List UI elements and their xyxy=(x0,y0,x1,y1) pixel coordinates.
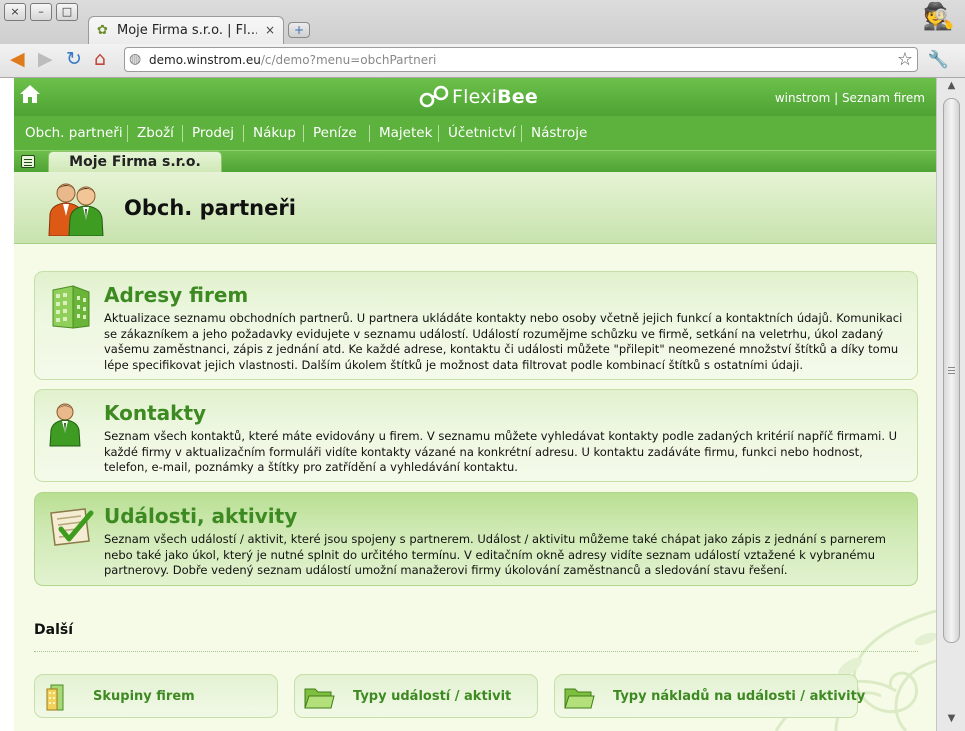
link-label: Typy událostí / aktivit xyxy=(353,689,512,704)
more-section-title: Další xyxy=(34,622,73,638)
menu-divider xyxy=(182,125,183,142)
menu-divider xyxy=(521,125,522,142)
menu-divider xyxy=(438,125,439,142)
card-description: Seznam všech událostí / aktivit, které j… xyxy=(104,532,886,577)
scrollbar-thumb[interactable] xyxy=(943,98,960,643)
company-bar: Moje Firma s.r.o. xyxy=(14,150,936,173)
flexibee-app: FlexiBee winstrom | Seznam firem Obch. p… xyxy=(14,78,936,731)
app-topbar: FlexiBee winstrom | Seznam firem xyxy=(14,78,936,116)
window-minimize-button[interactable]: – xyxy=(30,3,52,21)
new-tab-button[interactable]: + xyxy=(288,22,310,38)
menu-divider xyxy=(303,125,304,142)
bookmark-star-icon[interactable]: ☆ xyxy=(897,49,913,70)
tab-title: Moje Firma s.r.o. | Fl... xyxy=(117,23,257,38)
window-close-button[interactable]: × xyxy=(4,3,26,21)
building-group-icon xyxy=(46,684,64,711)
user-link[interactable]: winstrom xyxy=(775,91,830,105)
home-icon[interactable]: ⌂ xyxy=(94,48,106,70)
menu-divider xyxy=(369,125,370,142)
dotted-divider xyxy=(34,651,918,652)
menu-item-nastroje[interactable]: Nástroje xyxy=(531,125,587,141)
address-bar[interactable]: ◍ demo.winstrom.eu/c/demo?menu=obchPartn… xyxy=(124,47,918,72)
card-description: Seznam všech kontaktů, které máte evidov… xyxy=(104,429,898,474)
grip-icon xyxy=(948,367,955,376)
link-typy-nakladu[interactable]: Typy nákladů na události / aktivity xyxy=(554,674,865,718)
wrench-icon[interactable]: 🔧 xyxy=(928,50,949,70)
page-title: Obch. partneři xyxy=(124,196,296,220)
scroll-up-icon[interactable]: ▲ xyxy=(943,80,960,96)
business-partners-icon xyxy=(48,183,104,236)
browser-chrome: × – □ ✿ Moje Firma s.r.o. | Fl... × + 🕵 … xyxy=(0,0,965,78)
tab-close-icon[interactable]: × xyxy=(265,23,275,37)
link-label: Skupiny firem xyxy=(93,689,195,704)
contact-person-icon xyxy=(49,403,81,447)
scroll-down-icon[interactable]: ▼ xyxy=(943,713,960,729)
folder-icon xyxy=(304,688,335,709)
page-header: Obch. partneři xyxy=(14,172,936,244)
menu-item-nakup[interactable]: Nákup xyxy=(253,125,296,141)
link-label: Typy nákladů na události / aktivity xyxy=(613,689,866,704)
card-udalosti-aktivity[interactable]: Události, aktivity Seznam všech událostí… xyxy=(34,492,918,586)
menu-divider xyxy=(243,125,244,142)
building-icon xyxy=(52,285,90,329)
browser-toolbar: ◀ ▶ ↻ ⌂ ◍ demo.winstrom.eu/c/demo?menu=o… xyxy=(0,44,965,78)
browser-tab[interactable]: ✿ Moje Firma s.r.o. | Fl... × xyxy=(88,16,284,44)
card-adresy-firem[interactable]: Adresy firem Aktualizace seznamu obchodn… xyxy=(34,271,918,380)
card-title[interactable]: Adresy firem xyxy=(104,283,248,307)
back-arrow-icon[interactable]: ◀ xyxy=(10,48,25,70)
card-title[interactable]: Kontakty xyxy=(104,401,206,425)
link-skupiny-firem[interactable]: Skupiny firem xyxy=(34,674,278,718)
task-checklist-icon xyxy=(50,508,94,546)
flexibee-logo-icon xyxy=(419,85,449,108)
company-list-link[interactable]: Seznam firem xyxy=(842,91,925,105)
window-maximize-button[interactable]: □ xyxy=(56,3,78,21)
page-viewport: FlexiBee winstrom | Seznam firem Obch. p… xyxy=(0,78,965,731)
user-links: winstrom | Seznam firem xyxy=(774,91,925,105)
card-kontakty[interactable]: Kontakty Seznam všech kontaktů, které má… xyxy=(34,389,918,482)
menu-item-zbozi[interactable]: Zboží xyxy=(137,125,174,141)
menu-item-majetek[interactable]: Majetek xyxy=(379,125,432,141)
folder-icon xyxy=(564,688,595,709)
main-menu: Obch. partneři Zboží Prodej Nákup Peníze… xyxy=(14,116,936,150)
company-tab[interactable]: Moje Firma s.r.o. xyxy=(48,151,222,173)
incognito-icon: 🕵 xyxy=(922,2,955,32)
address-url: demo.winstrom.eu/c/demo?menu=obchPartner… xyxy=(149,53,437,67)
menu-divider xyxy=(127,125,128,142)
list-menu-icon[interactable] xyxy=(21,155,35,168)
menu-item-obch-partneri[interactable]: Obch. partneři xyxy=(25,125,123,141)
forward-arrow-icon[interactable]: ▶ xyxy=(38,48,53,70)
vertical-scrollbar[interactable]: ▲ ▼ xyxy=(936,78,965,731)
flexibee-favicon-icon: ✿ xyxy=(97,23,108,38)
link-typy-udalosti[interactable]: Typy událostí / aktivit xyxy=(294,674,538,718)
menu-item-ucetnictvi[interactable]: Účetnictví xyxy=(448,125,516,141)
reload-icon[interactable]: ↻ xyxy=(66,48,82,70)
menu-item-prodej[interactable]: Prodej xyxy=(192,125,234,141)
company-name: Moje Firma s.r.o. xyxy=(69,154,201,170)
menu-item-penize[interactable]: Peníze xyxy=(313,125,357,141)
app-home-icon[interactable] xyxy=(18,82,42,106)
flexibee-logo-text: FlexiBee xyxy=(452,86,538,108)
card-title[interactable]: Události, aktivity xyxy=(104,504,297,528)
globe-icon: ◍ xyxy=(129,51,142,67)
card-description: Aktualizace seznamu obchodních partnerů.… xyxy=(104,311,903,372)
